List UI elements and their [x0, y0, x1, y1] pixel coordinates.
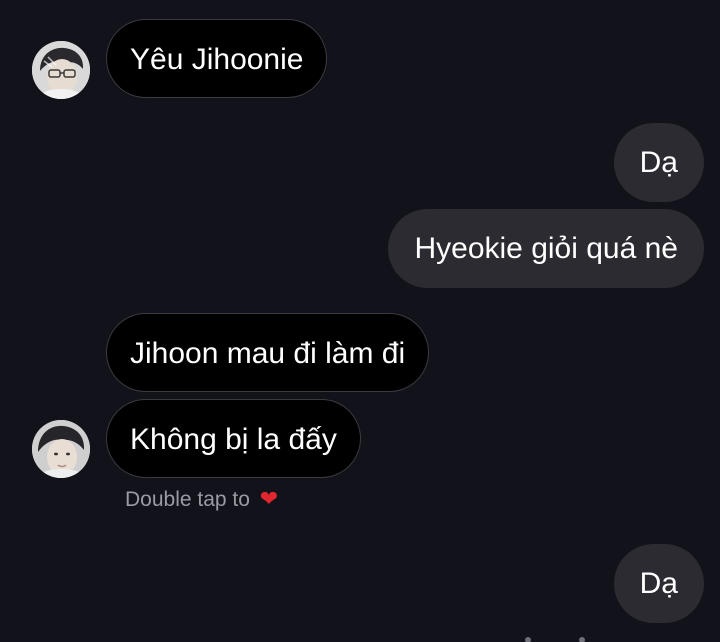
user-photo-icon [32, 420, 90, 478]
message-text: Jihoon mau đi làm đi [130, 337, 406, 370]
message-bubble[interactable]: Yêu Jihoonie [106, 19, 328, 98]
message-bubble[interactable]: Dạ [613, 544, 704, 623]
message-text: Yêu Jihoonie [130, 43, 304, 76]
heart-icon[interactable]: ❤ [260, 487, 278, 512]
message-text: Dạ [639, 567, 678, 600]
reaction-hint: Double tap to ❤ [125, 487, 278, 512]
avatar[interactable] [32, 41, 90, 99]
message-text: Dạ [639, 146, 678, 179]
message-bubble[interactable]: Không bị la đấy [106, 399, 361, 478]
message-text: Không bị la đấy [130, 423, 337, 456]
user-photo-icon [32, 41, 90, 99]
avatar[interactable] [32, 420, 90, 478]
reaction-hint-text: Double tap to [125, 488, 250, 511]
chat-thread[interactable]: Yêu Jihoonie Dạ Hyeokie giỏi quá nè Jiho… [0, 0, 720, 642]
message-text: Hyeokie giỏi quá nè [414, 232, 678, 265]
message-bubble[interactable]: Jihoon mau đi làm đi [106, 313, 430, 392]
message-bubble[interactable]: Hyeokie giỏi quá nè [388, 209, 704, 288]
message-bubble[interactable]: Dạ [613, 123, 704, 202]
